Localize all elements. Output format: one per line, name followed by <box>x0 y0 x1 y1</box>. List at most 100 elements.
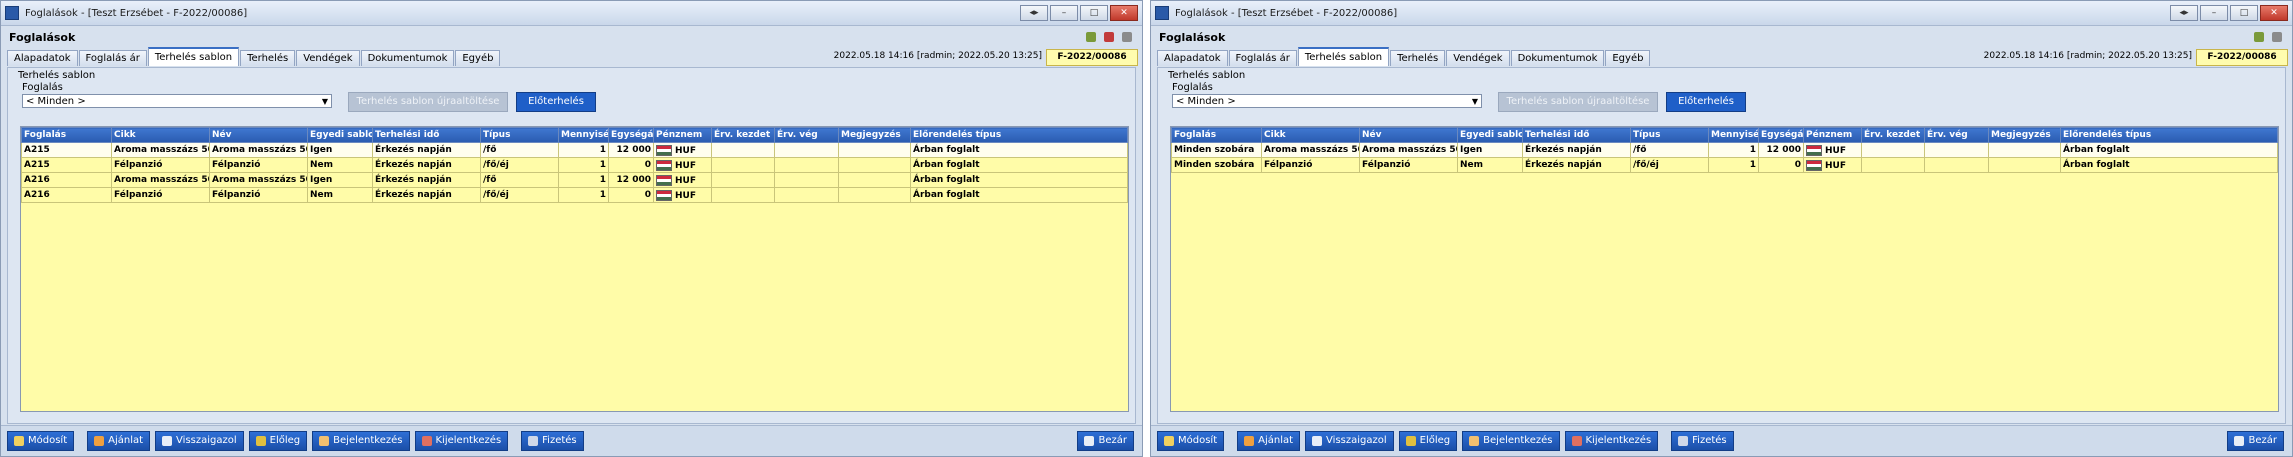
tab-terheles-sablon[interactable]: Terhelés sablon <box>1297 47 1390 66</box>
cell: 1 <box>558 172 609 188</box>
tab-alapadatok[interactable]: Alapadatok <box>1157 50 1228 66</box>
tab-egyeb[interactable]: Egyéb <box>1605 50 1651 66</box>
table-row[interactable]: A216 Félpanzió Félpanzió Nem Érkezés nap… <box>21 187 1128 203</box>
cell: Aroma masszázs 50' <box>1261 142 1360 158</box>
payment-button[interactable]: Fizetés <box>1671 431 1734 451</box>
cell: /fő <box>480 142 559 158</box>
col-tipus[interactable]: Típus <box>1630 127 1709 143</box>
offer-button[interactable]: Ajánlat <box>87 431 151 451</box>
col-nev[interactable]: Név <box>209 127 308 143</box>
booking-filter-select[interactable]: < Minden > ▼ <box>1172 94 1482 108</box>
minimize-icon[interactable]: – <box>1050 5 1078 21</box>
tab-alapadatok[interactable]: Alapadatok <box>7 50 78 66</box>
table-row[interactable]: A215 Aroma masszázs 50' Aroma masszázs 5… <box>21 142 1128 158</box>
col-egysegar[interactable]: Egységár <box>1758 127 1804 143</box>
col-megjegyzes[interactable]: Megjegyzés <box>838 127 911 143</box>
cell: Érkezés napján <box>372 172 481 188</box>
confirm-button[interactable]: Visszaigazol <box>155 431 244 451</box>
tab-foglalas-ar[interactable]: Foglalás ár <box>78 50 147 66</box>
table-row[interactable]: A215 Félpanzió Félpanzió Nem Érkezés nap… <box>21 157 1128 173</box>
back-icon[interactable]: ◂▸ <box>2170 5 2198 21</box>
close-button[interactable]: Bezár <box>2227 431 2284 451</box>
col-tipus[interactable]: Típus <box>480 127 559 143</box>
col-cikk[interactable]: Cikk <box>111 127 210 143</box>
col-erv-veg[interactable]: Érv. vég <box>1924 127 1989 143</box>
tab-terheles[interactable]: Terhelés <box>1390 50 1446 66</box>
settings-icon[interactable] <box>1122 32 1132 42</box>
col-penznem[interactable]: Pénznem <box>653 127 712 143</box>
col-erv-kezdet[interactable]: Érv. kezdet <box>1861 127 1925 143</box>
modify-button[interactable]: Módosít <box>7 431 75 451</box>
col-mennyiseg[interactable]: Mennyiség <box>558 127 609 143</box>
col-erv-kezdet[interactable]: Érv. kezdet <box>711 127 775 143</box>
monitor-icon <box>162 436 173 446</box>
maximize-icon[interactable]: □ <box>2230 5 2258 21</box>
col-elorendeles-tipus[interactable]: Előrendelés típus <box>910 127 1128 143</box>
maximize-icon[interactable]: □ <box>1080 5 1108 21</box>
col-foglalas[interactable]: Foglalás <box>21 127 112 143</box>
col-penznem[interactable]: Pénznem <box>1803 127 1862 143</box>
reapply-template-button[interactable]: Terhelés sablon újraaltöltése <box>348 92 508 112</box>
table-row[interactable]: Minden szobára Aroma masszázs 50' Aroma … <box>1171 142 2278 158</box>
tab-egyeb[interactable]: Egyéb <box>455 50 501 66</box>
col-megjegyzes[interactable]: Megjegyzés <box>1988 127 2061 143</box>
tab-dokumentumok[interactable]: Dokumentumok <box>360 50 455 66</box>
tab-dokumentumok[interactable]: Dokumentumok <box>1510 50 1605 66</box>
payment-button[interactable]: Fizetés <box>521 431 584 451</box>
col-egyedi-sablon[interactable]: Egyedi sablon <box>1457 127 1523 143</box>
table-row[interactable]: A216 Aroma masszázs 50' Aroma masszázs 5… <box>21 172 1128 188</box>
bookmark-icon[interactable] <box>1104 32 1114 42</box>
deposit-button[interactable]: Előleg <box>1398 431 1458 451</box>
refresh-icon[interactable] <box>1086 32 1096 42</box>
col-elorendeles-tipus[interactable]: Előrendelés típus <box>2060 127 2278 143</box>
confirm-button[interactable]: Visszaigazol <box>1305 431 1394 451</box>
col-cikk[interactable]: Cikk <box>1261 127 1360 143</box>
tab-vendegek[interactable]: Vendégek <box>296 50 360 66</box>
cell: Félpanzió <box>209 187 308 203</box>
col-egyedi-sablon[interactable]: Egyedi sablon <box>307 127 373 143</box>
cell: Árban foglalt <box>910 142 1128 158</box>
col-terhelesi-ido[interactable]: Terhelési idő <box>1522 127 1631 143</box>
deposit-button[interactable]: Előleg <box>248 431 308 451</box>
refresh-icon[interactable] <box>2254 32 2264 42</box>
template-grid: Foglalás Cikk Név Egyedi sablon Terhelés… <box>20 126 1129 412</box>
settings-icon[interactable] <box>2272 32 2282 42</box>
button-label: Kijelentkezés <box>1585 435 1652 446</box>
checkout-button[interactable]: Kijelentkezés <box>1564 431 1659 451</box>
minimize-icon[interactable]: – <box>2200 5 2228 21</box>
checkout-button[interactable]: Kijelentkezés <box>414 431 509 451</box>
col-erv-veg[interactable]: Érv. vég <box>774 127 839 143</box>
cell: /fő <box>1630 142 1709 158</box>
precharge-button[interactable]: Előterhelés <box>516 92 596 112</box>
tab-terheles-sablon[interactable]: Terhelés sablon <box>147 47 240 66</box>
col-mennyiseg[interactable]: Mennyiség <box>1708 127 1759 143</box>
booking-filter-select[interactable]: < Minden > ▼ <box>22 94 332 108</box>
reapply-template-button[interactable]: Terhelés sablon újraaltöltése <box>1498 92 1658 112</box>
tab-vendegek[interactable]: Vendégek <box>1446 50 1510 66</box>
close-icon[interactable]: ✕ <box>2260 5 2288 21</box>
cell: /fő/éj <box>480 187 559 203</box>
precharge-button[interactable]: Előterhelés <box>1666 92 1746 112</box>
cell: A215 <box>21 142 112 158</box>
exit-icon <box>1084 436 1095 446</box>
cell: HUF <box>1803 157 1862 173</box>
currency: HUF <box>675 160 696 171</box>
col-egysegar[interactable]: Egységár <box>608 127 654 143</box>
table-row[interactable]: Minden szobára Félpanzió Félpanzió Nem É… <box>1171 157 2278 173</box>
col-foglalas[interactable]: Foglalás <box>1171 127 1262 143</box>
modify-button[interactable]: Módosít <box>1157 431 1225 451</box>
booking-code-badge: F-2022/00086 <box>1046 49 1138 66</box>
tab-terheles[interactable]: Terhelés <box>240 50 296 66</box>
tab-foglalas-ar[interactable]: Foglalás ár <box>1228 50 1297 66</box>
col-terhelesi-ido[interactable]: Terhelési idő <box>372 127 481 143</box>
col-nev[interactable]: Név <box>1359 127 1458 143</box>
hungary-flag-icon <box>656 174 672 186</box>
payment-icon <box>528 436 539 446</box>
back-icon[interactable]: ◂▸ <box>1020 5 1048 21</box>
close-button[interactable]: Bezár <box>1077 431 1134 451</box>
checkin-button[interactable]: Bejelentkezés <box>312 431 410 451</box>
offer-button[interactable]: Ajánlat <box>1237 431 1301 451</box>
cell: HUF <box>653 142 712 158</box>
close-icon[interactable]: ✕ <box>1110 5 1138 21</box>
checkin-button[interactable]: Bejelentkezés <box>1462 431 1560 451</box>
